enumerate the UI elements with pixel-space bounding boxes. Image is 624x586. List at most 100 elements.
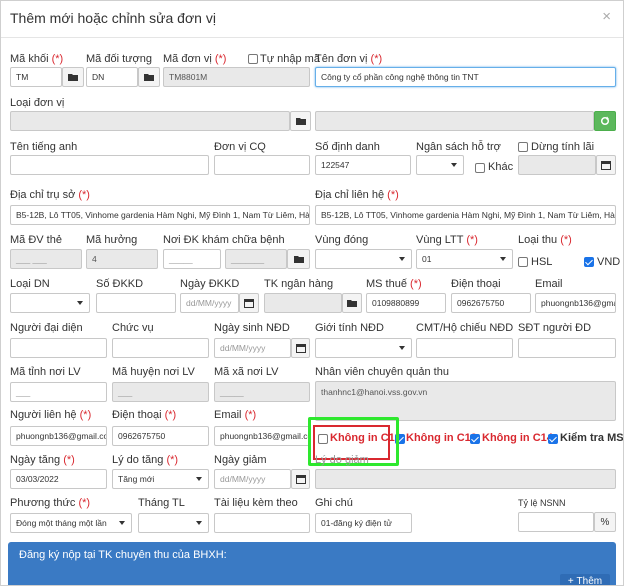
email-input[interactable]: phuongnb136@gmail (535, 293, 616, 313)
cmt-ndd-input[interactable] (416, 338, 513, 358)
tai-lieu-input[interactable] (214, 513, 310, 533)
ly-do-giam-label: Lý do giảm (315, 454, 369, 466)
folder-open-icon[interactable] (290, 111, 311, 131)
ma-doi-tuong-input[interactable]: DN (86, 67, 138, 87)
ma-huyen-lv-input[interactable]: ___ (112, 382, 209, 402)
ma-huong-input[interactable]: 4 (86, 249, 158, 269)
ngay-tang-label: Ngày tăng (*) (10, 454, 75, 466)
nguoi-lien-he-input[interactable]: phuongnb136@gmail.cor (10, 426, 107, 446)
ms-thue-label: MS thuế (*) (366, 278, 422, 290)
kiem-tra-mst-label: Kiểm tra MST (560, 432, 624, 444)
ty-le-nsnn-label: Tỷ lệ NSNN (518, 498, 566, 508)
ly-do-tang-select[interactable]: Tăng mới (112, 469, 209, 489)
nguoi-dai-dien-input[interactable] (10, 338, 107, 358)
tk-ngan-hang-input[interactable] (264, 293, 342, 313)
plus-icon: + (567, 576, 577, 586)
panel-title: Đăng ký nộp tại TK chuyên thu của BHXH: (19, 549, 227, 561)
loai-don-vi-input[interactable] (10, 111, 290, 131)
dien-thoai-lien-he-input[interactable]: 0962675750 (112, 426, 209, 446)
ngay-sinh-ndd-label: Ngày sinh NĐD (214, 322, 290, 334)
calendar-icon[interactable] (596, 155, 616, 175)
bhxh-account-panel: Đăng ký nộp tại TK chuyên thu của BHXH: … (8, 542, 616, 586)
ty-le-nsnn-input[interactable] (518, 512, 594, 532)
ngay-dkkd-input[interactable]: dd/MM/yyyy (180, 293, 239, 313)
hsl-label: HSL (531, 256, 553, 268)
ma-huyen-lv-label: Mã huyện nơi LV (112, 366, 195, 378)
kiem-tra-mst-checkbox[interactable] (548, 434, 558, 444)
ghi-chu-label: Ghi chú (315, 497, 353, 509)
ma-khoi-input[interactable]: TM (10, 67, 62, 87)
ma-dv-the-input[interactable]: ___ ___ (10, 249, 82, 269)
chuc-vu-input[interactable] (112, 338, 209, 358)
loai-dn-select[interactable] (10, 293, 90, 313)
ngan-sach-ho-tro-label: Ngân sách hỗ trợ (416, 141, 501, 153)
loai-dn-label: Loại DN (10, 278, 50, 290)
dung-tinh-lai-checkbox[interactable] (518, 142, 528, 152)
ngay-sinh-ndd-input[interactable]: dd/MM/yyyy (214, 338, 291, 358)
noi-dk-kcb-benh-vien-input[interactable]: _______ (225, 249, 287, 269)
gioi-tinh-ndd-select[interactable] (315, 338, 412, 358)
calendar-icon[interactable] (291, 338, 310, 358)
ngan-sach-select[interactable] (416, 155, 464, 175)
khong-in-c14-label: Không in C14 (482, 432, 553, 444)
so-dinh-danh-input[interactable]: 122547 (315, 155, 411, 175)
ma-dv-the-label: Mã ĐV thẻ (10, 234, 62, 246)
folder-open-icon[interactable] (138, 67, 160, 87)
ly-do-giam-input[interactable] (315, 469, 616, 489)
vnd-checkbox[interactable] (584, 257, 594, 267)
phuong-thuc-label: Phương thức (*) (10, 497, 91, 509)
refresh-icon[interactable] (594, 111, 616, 131)
phuong-thuc-select[interactable]: Đóng một tháng một lần (10, 513, 132, 533)
loai-don-vi-label: Loại đơn vị (10, 97, 65, 109)
calendar-icon[interactable] (239, 293, 259, 313)
folder-open-icon[interactable] (287, 249, 310, 269)
header-divider (1, 37, 623, 38)
ma-xa-lv-input[interactable]: _____ (214, 382, 310, 402)
unit-edit-dialog: Thêm mới hoặc chỉnh sửa đơn vị × Mã khối… (0, 0, 624, 586)
vung-dong-label: Vùng đóng (315, 234, 369, 246)
vung-dong-select[interactable] (315, 249, 412, 269)
chuc-vu-label: Chức vụ (112, 322, 154, 334)
ma-tinh-lv-input[interactable]: ___ (10, 382, 107, 402)
vung-ltt-label: Vùng LTT (*) (416, 234, 478, 246)
tu-nhap-ma-checkbox[interactable] (248, 54, 258, 64)
dung-tinh-lai-label: Dừng tính lãi (531, 141, 595, 153)
close-icon[interactable]: × (602, 8, 611, 25)
dung-tinh-lai-date[interactable] (518, 155, 596, 175)
dia-chi-lien-he-input[interactable]: B5-12B, Lô TT05, Vinhome gardenia Hàm Ng… (315, 205, 616, 225)
folder-open-icon[interactable] (342, 293, 362, 313)
noi-dk-kcb-tinh-input[interactable]: _____ (163, 249, 221, 269)
ngay-giam-input[interactable]: dd/MM/yyyy (214, 469, 291, 489)
so-dkkd-input[interactable] (96, 293, 176, 313)
hsl-checkbox[interactable] (518, 257, 528, 267)
don-vi-cq-input[interactable] (214, 155, 310, 175)
nhan-vien-input[interactable]: thanhnc1@hanoi.vss.gov.vn (315, 381, 616, 421)
nhan-vien-label: Nhân viên chuyên quản thu (315, 366, 449, 378)
ten-don-vi-input[interactable]: Công ty cổ phần công nghệ thông tin TNT (315, 67, 616, 87)
so-dkkd-label: Số ĐKKD (96, 278, 144, 290)
dien-thoai-input[interactable]: 0962675750 (451, 293, 531, 313)
dia-chi-tru-so-input[interactable]: B5-12B, Lô TT05, Vinhome gardenia Hàm Ng… (10, 205, 310, 225)
email-lien-he-input[interactable]: phuongnb136@gmail.cor (214, 426, 310, 446)
khac-checkbox[interactable] (475, 163, 485, 173)
ghi-chu-input[interactable]: 01-đăng ký điện tử (315, 513, 412, 533)
calendar-icon[interactable] (291, 469, 310, 489)
tu-nhap-ma-label: Tự nhập mã (260, 53, 320, 65)
ten-tieng-anh-input[interactable] (10, 155, 209, 175)
ma-don-vi-input[interactable]: TM8801M (163, 67, 310, 87)
so-dinh-danh-label: Số định danh (315, 141, 380, 153)
khac-label: Khác (488, 161, 514, 173)
add-button[interactable]: + Thêm (560, 574, 610, 586)
vung-ltt-select[interactable]: 01 (416, 249, 513, 269)
dia-chi-tru-so-label: Địa chỉ trụ sở (*) (10, 189, 90, 201)
sdt-ndd-input[interactable] (518, 338, 616, 358)
loai-don-vi-name-input[interactable] (315, 111, 594, 131)
thang-tl-select[interactable] (138, 513, 209, 533)
percent-addon: % (594, 512, 616, 532)
folder-open-icon[interactable] (62, 67, 84, 87)
nguoi-lien-he-label: Người liên hệ (*) (10, 409, 92, 421)
ngay-tang-input[interactable]: 03/03/2022 (10, 469, 107, 489)
dien-thoai-lien-he-label: Điện thoại (*) (112, 409, 177, 421)
ms-thue-input[interactable]: 0109880899 (366, 293, 446, 313)
khong-in-c14-checkbox[interactable] (470, 434, 480, 444)
